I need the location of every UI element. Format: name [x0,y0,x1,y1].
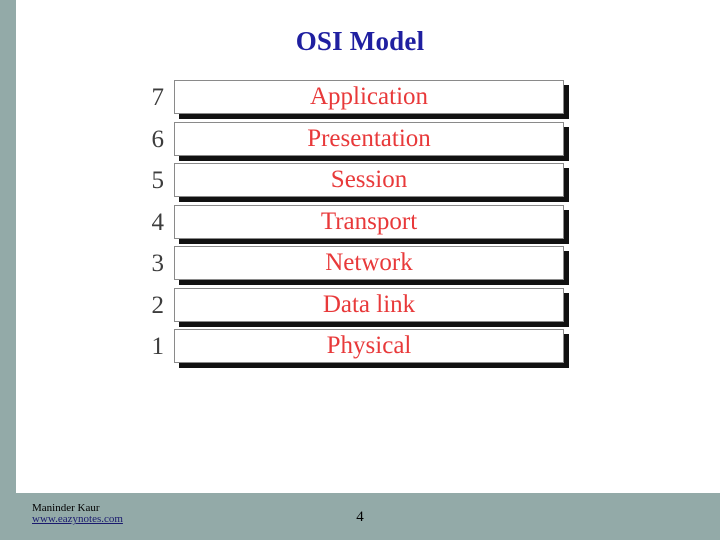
layer-number: 5 [151,167,165,194]
layer-box[interactable]: Application [174,80,564,114]
layer-box[interactable]: Transport [174,204,564,239]
layer-number: 3 [151,250,165,277]
layer-number: 2 [151,291,165,319]
list-item[interactable]: 2 Data link [130,287,580,330]
layer-label: Data link [322,290,416,318]
layer-label: Physical [326,332,412,359]
list-item[interactable]: 1 Physical [130,329,580,371]
layer-box[interactable]: Presentation [174,121,564,156]
slide-canvas: OSI Model 7 Application 6 Presentation 5… [0,0,720,540]
layer-label: Network [325,249,413,276]
layer-label: Session [330,166,408,193]
list-item[interactable]: 3 Network [130,246,580,288]
layer-label: Presentation [307,124,431,152]
layer-box[interactable]: Network [174,246,564,280]
list-item[interactable]: 6 Presentation [130,121,580,164]
layer-label: Transport [320,207,418,235]
layer-box[interactable]: Data link [174,287,564,322]
list-item[interactable]: 4 Transport [130,204,580,247]
layer-box[interactable]: Physical [174,329,564,363]
layer-number: 7 [151,84,165,111]
layer-number: 4 [151,208,165,236]
layer-number: 6 [151,125,165,153]
layer-label: Application [309,83,429,110]
osi-layer-stack: 7 Application 6 Presentation 5 Session 4… [130,80,580,371]
list-item[interactable]: 5 Session [130,163,580,205]
layer-box[interactable]: Session [174,163,564,197]
slide-number: 4 [356,509,364,525]
page-title: OSI Model [295,26,425,56]
layer-number: 1 [151,333,165,360]
list-item[interactable]: 7 Application [130,80,580,122]
left-accent-band [0,0,16,540]
